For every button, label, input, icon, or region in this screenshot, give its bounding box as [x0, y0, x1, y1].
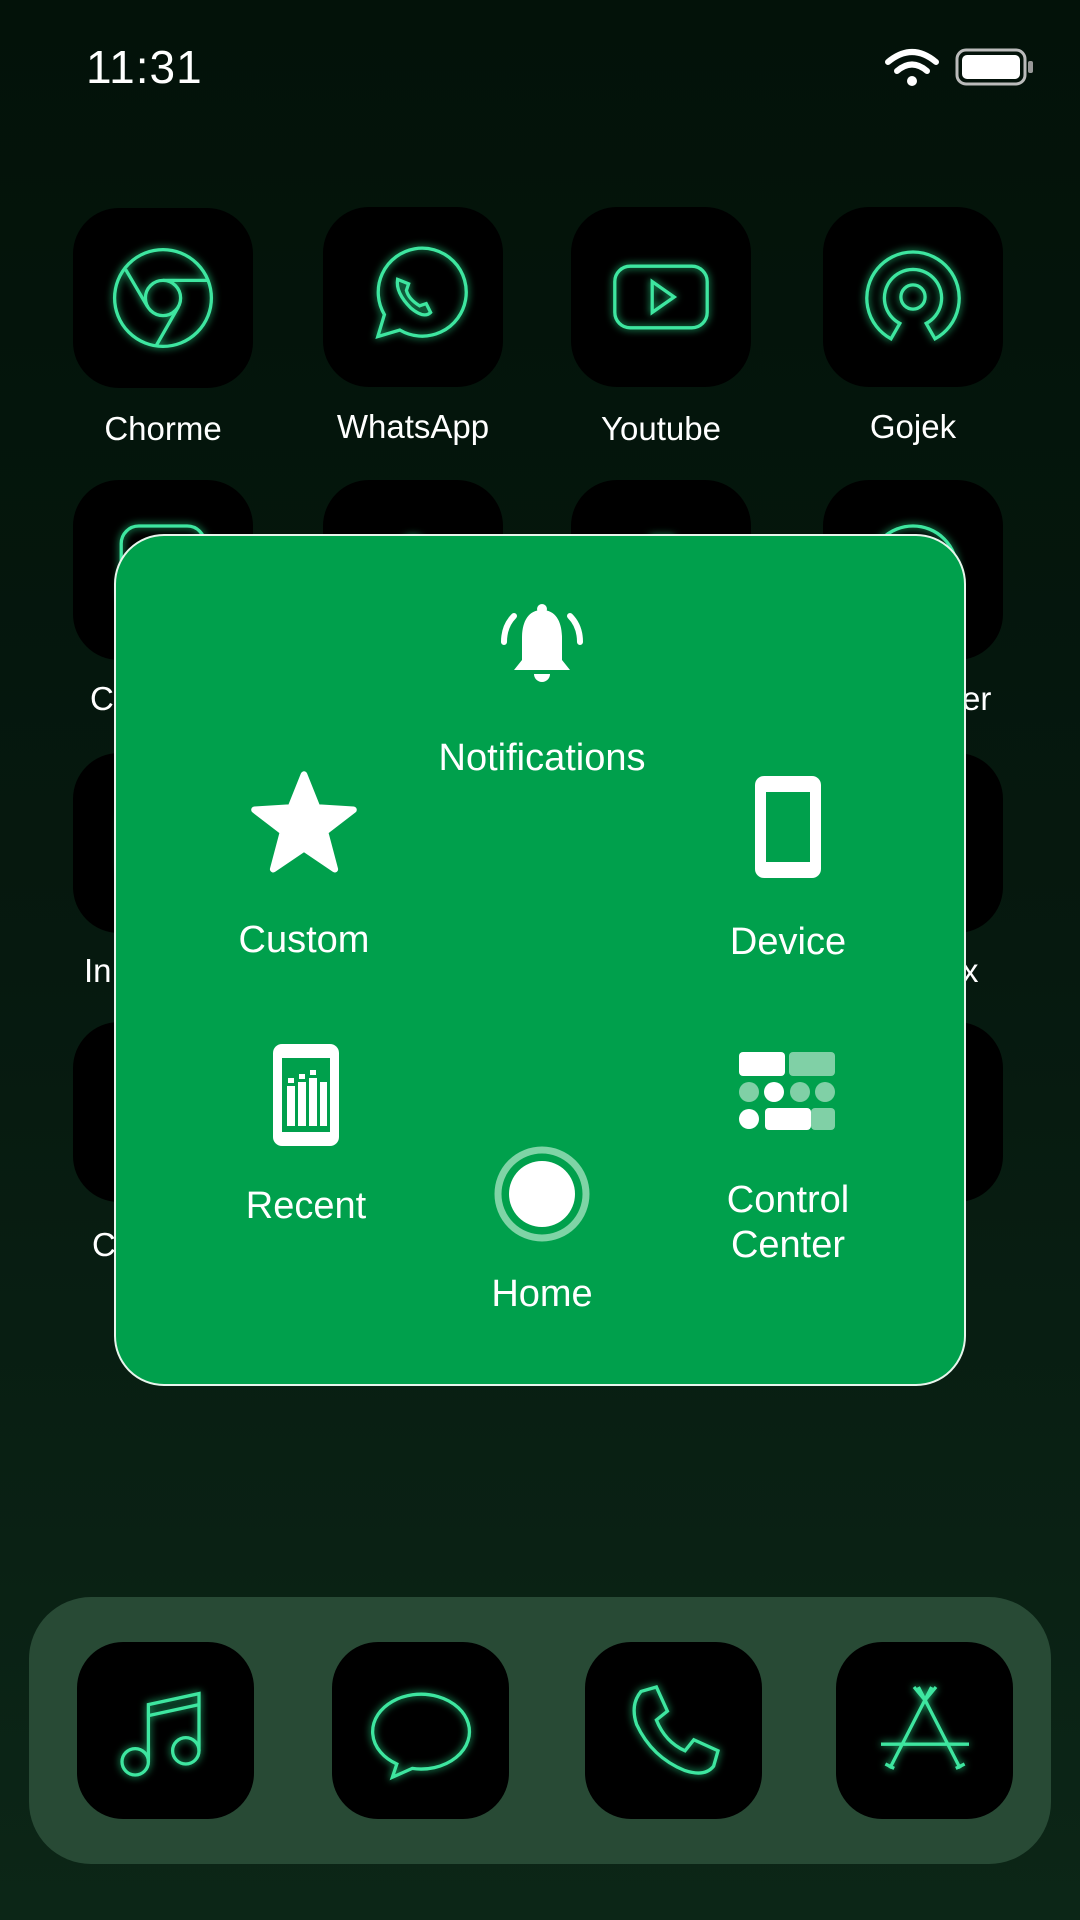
menu-label: Custom [238, 919, 370, 961]
assistive-touch-menu: Notifications Custom Device Recent Home [114, 534, 966, 1386]
menu-label: Device [729, 921, 847, 963]
menu-label: Center [730, 1224, 846, 1266]
app-store-icon [880, 1685, 969, 1770]
control-center-icon [739, 1052, 835, 1130]
youtube-icon [613, 264, 709, 330]
gojek-icon [865, 250, 961, 342]
music-icon [119, 1691, 201, 1777]
menu-label: Notifications [438, 737, 646, 779]
status-time: 11:31 [86, 41, 203, 93]
app-label-partial: C [90, 680, 114, 717]
battery-full-icon [955, 48, 1033, 86]
menu-label: Control [726, 1179, 850, 1221]
dock-app-app-store[interactable] [836, 1642, 1013, 1819]
star-icon [251, 771, 357, 873]
menu-item-custom[interactable]: Custom [154, 768, 454, 963]
phone-icon [631, 1684, 720, 1775]
menu-item-control-center[interactable]: Control Center [638, 1052, 938, 1268]
dock-app-phone[interactable] [585, 1642, 762, 1819]
recent-icon [273, 1044, 339, 1146]
device-icon [755, 776, 821, 878]
home-button-icon [494, 1146, 590, 1242]
app-youtube[interactable] [571, 207, 751, 387]
app-gojek[interactable] [823, 207, 1003, 387]
app-label: WhatsApp [336, 408, 490, 445]
app-label: Chorme [104, 410, 222, 447]
app-label: Gojek [869, 408, 957, 445]
app-label-partial: er [962, 680, 992, 717]
bell-icon [501, 604, 583, 682]
menu-item-device[interactable]: Device [638, 776, 938, 965]
messages-icon [370, 1692, 471, 1780]
app-chrome[interactable] [73, 208, 253, 388]
app-label-partial: C [92, 1226, 116, 1263]
whatsapp-icon [375, 246, 468, 340]
wifi-icon [885, 49, 939, 86]
menu-label: Home [491, 1273, 593, 1315]
app-label: Youtube [601, 410, 721, 447]
menu-label: Recent [245, 1185, 367, 1227]
app-whatsapp[interactable] [323, 207, 503, 387]
dock-app-messages[interactable] [332, 1642, 509, 1819]
app-label-partial: In [84, 952, 112, 989]
dock-app-music[interactable] [77, 1642, 254, 1819]
menu-item-notifications[interactable]: Notifications [392, 598, 692, 781]
chrome-icon [112, 247, 214, 349]
